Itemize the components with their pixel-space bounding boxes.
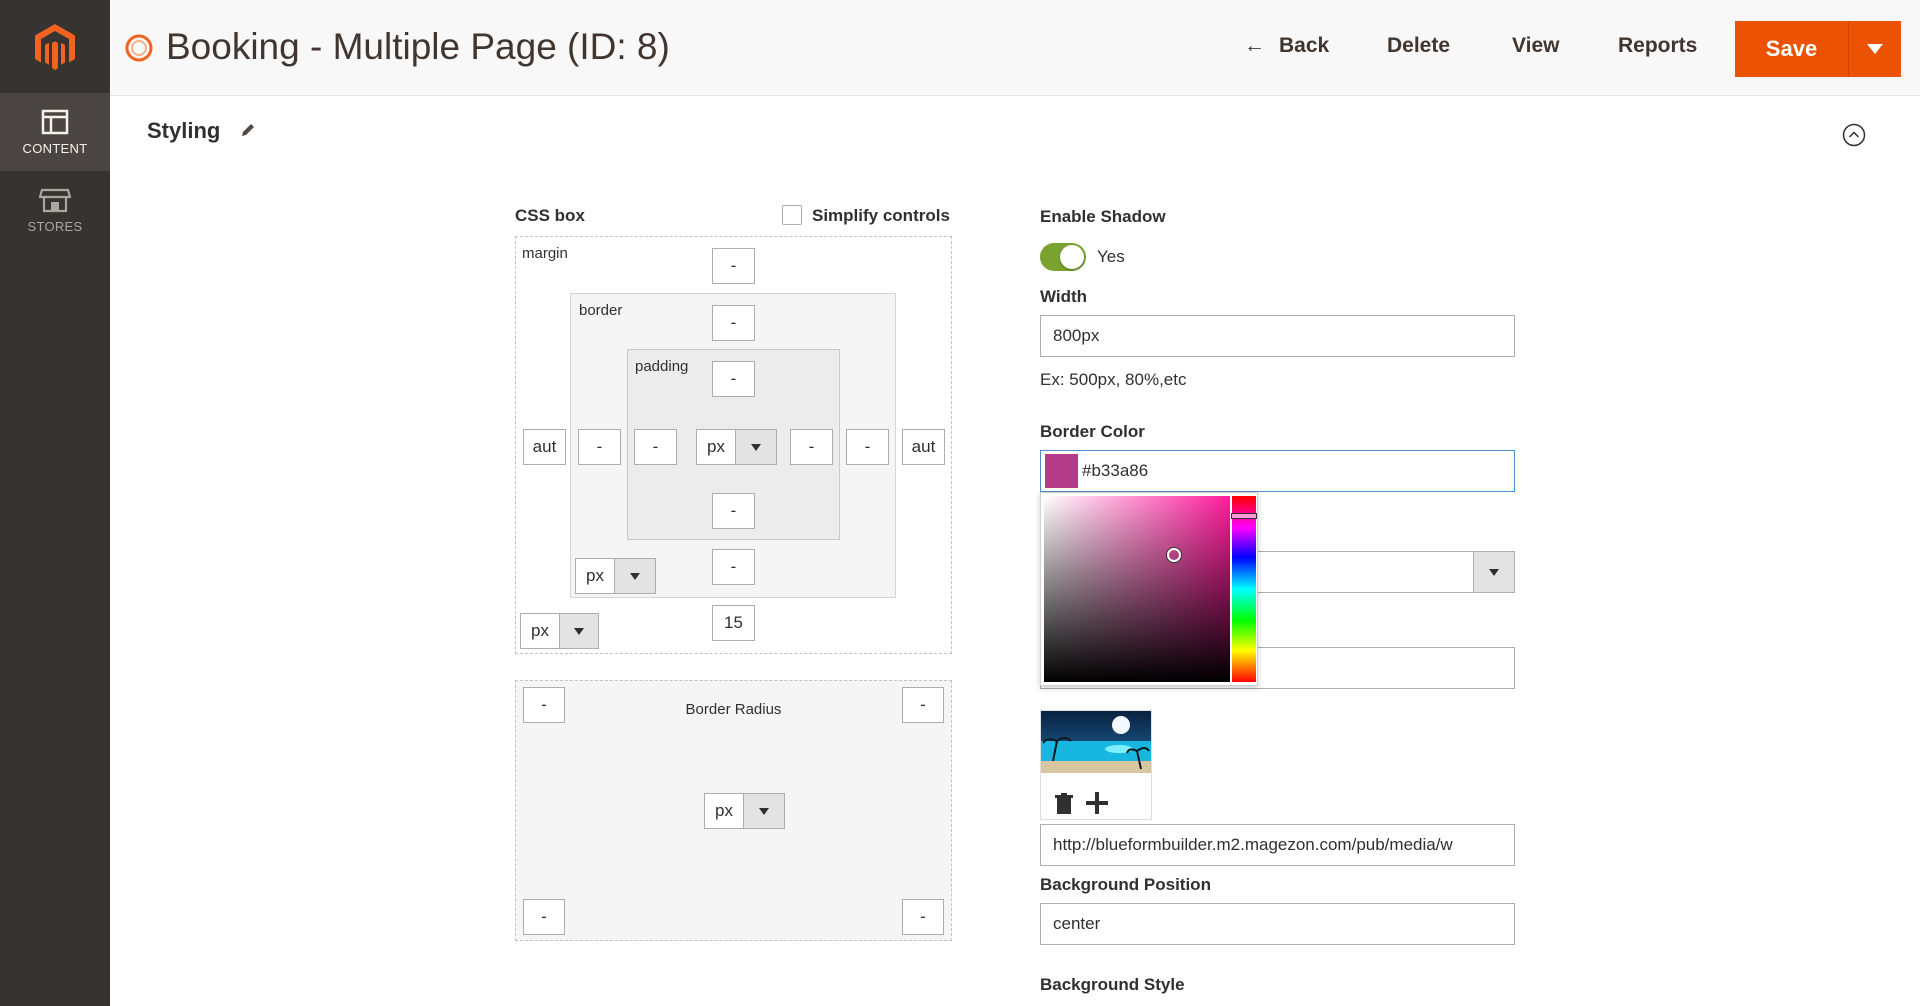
background-style-label: Background Style [1040, 975, 1185, 994]
radius-bottom-right-input[interactable]: - [902, 899, 944, 935]
sidebar-item-content[interactable]: CONTENT [0, 93, 110, 171]
border-left-input[interactable]: - [578, 429, 621, 465]
padding-left-input[interactable]: - [634, 429, 677, 465]
chevron-down-icon [735, 430, 776, 464]
trash-icon[interactable] [1055, 793, 1073, 815]
radius-top-right-input[interactable]: - [902, 687, 944, 723]
toggle-knob [1060, 245, 1084, 269]
save-split-button: Save [1735, 21, 1901, 77]
back-label: Back [1279, 34, 1330, 57]
border-label: border [579, 302, 623, 319]
padding-label: padding [635, 358, 689, 375]
margin-right-input[interactable]: aut [902, 429, 945, 465]
page-title: Booking - Multiple Page (ID: 8) [166, 26, 670, 67]
admin-sidebar: CONTENT STORES [0, 0, 110, 1006]
shadow-value-text: Yes [1097, 247, 1125, 266]
background-image-url-input[interactable]: http://blueformbuilder.m2.magezon.com/pu… [1040, 824, 1515, 866]
margin-bottom-input[interactable]: 15 [712, 605, 755, 641]
margin-unit-select[interactable]: px [520, 613, 599, 649]
border-color-input[interactable]: #b33a86 [1040, 450, 1515, 492]
border-bottom-input[interactable]: - [712, 549, 755, 585]
hue-handle[interactable] [1231, 513, 1257, 519]
radius-unit-value: px [715, 801, 733, 820]
color-swatch[interactable] [1045, 454, 1078, 488]
border-color-label: Border Color [1040, 422, 1145, 441]
background-position-label: Background Position [1040, 875, 1211, 894]
padding-right-input[interactable]: - [790, 429, 833, 465]
width-hint: Ex: 500px, 80%,etc [1040, 370, 1187, 389]
border-unit-select[interactable]: px [575, 558, 656, 594]
margin-label: margin [522, 245, 568, 262]
border-radius-label: Border Radius [685, 701, 782, 718]
css-box-title: CSS box [515, 206, 585, 225]
arrow-left-icon: ← [1244, 34, 1265, 57]
width-label: Width [1040, 287, 1088, 306]
beach-image [1041, 711, 1151, 773]
border-unit-value: px [586, 566, 604, 585]
back-button[interactable]: ← Back [1244, 34, 1329, 58]
pencil-icon[interactable] [239, 121, 257, 139]
loading-ring-icon [125, 34, 153, 62]
padding-unit-value: px [707, 437, 725, 456]
sidebar-item-label: STORES [27, 218, 83, 234]
background-position-input[interactable]: center [1040, 903, 1515, 945]
sidebar-item-label: CONTENT [22, 140, 88, 156]
page-header: Booking - Multiple Page (ID: 8) ← Back De… [110, 0, 1920, 96]
border-right-input[interactable]: - [846, 429, 889, 465]
radius-bottom-left-input[interactable]: - [523, 899, 565, 935]
simplify-controls-checkbox[interactable] [782, 205, 802, 225]
chevron-down-icon [1867, 44, 1883, 54]
section-title[interactable]: Styling [147, 118, 220, 144]
border-color-value: #b33a86 [1082, 461, 1149, 480]
sidebar-item-stores[interactable]: STORES [0, 171, 110, 249]
hue-slider[interactable] [1231, 496, 1257, 682]
color-picker-popover[interactable] [1040, 492, 1258, 686]
enable-shadow-label: Enable Shadow [1040, 207, 1166, 226]
view-button[interactable]: View [1512, 34, 1559, 58]
padding-top-input[interactable]: - [712, 361, 755, 397]
plus-icon[interactable] [1085, 791, 1109, 815]
margin-left-input[interactable]: aut [523, 429, 566, 465]
layout-icon [41, 109, 69, 134]
radius-top-left-input[interactable]: - [523, 687, 565, 723]
padding-unit-select[interactable]: px [696, 429, 777, 465]
magento-logo[interactable] [0, 0, 110, 93]
save-options-button[interactable] [1849, 21, 1901, 77]
delete-button[interactable]: Delete [1387, 34, 1450, 58]
store-icon [39, 188, 71, 212]
border-top-input[interactable]: - [712, 305, 755, 341]
simplify-controls-label[interactable]: Simplify controls [812, 206, 950, 226]
save-button[interactable]: Save [1735, 21, 1849, 77]
reports-button[interactable]: Reports [1618, 34, 1697, 58]
chevron-down-icon [1473, 552, 1514, 592]
margin-top-input[interactable]: - [712, 248, 755, 284]
chevron-up-circle-icon[interactable] [1842, 123, 1866, 147]
saturation-area[interactable] [1044, 496, 1230, 682]
saturation-handle[interactable] [1167, 548, 1181, 562]
width-input[interactable]: 800px [1040, 315, 1515, 357]
chevron-down-icon [559, 614, 598, 648]
magento-logo-icon [35, 23, 75, 70]
chevron-down-icon [614, 559, 655, 593]
enable-shadow-toggle[interactable] [1040, 243, 1086, 271]
background-image-preview [1040, 710, 1152, 820]
margin-unit-value: px [531, 621, 549, 640]
radius-unit-select[interactable]: px [704, 793, 785, 829]
padding-bottom-input[interactable]: - [712, 493, 755, 529]
chevron-down-icon [743, 794, 784, 828]
